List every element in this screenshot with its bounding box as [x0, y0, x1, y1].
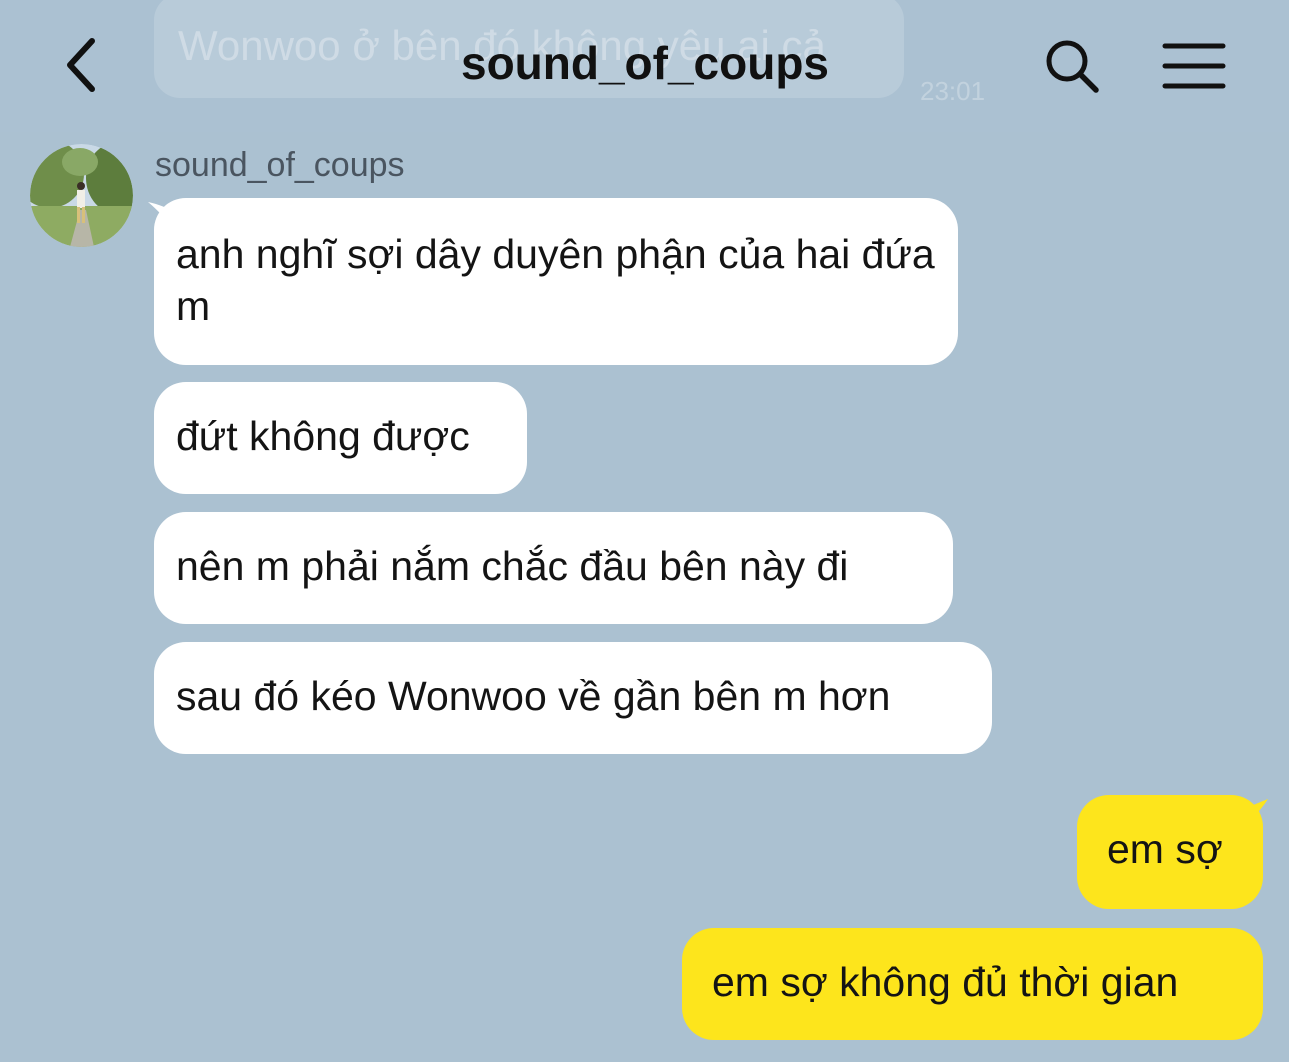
- search-icon: [1046, 40, 1099, 93]
- profile-photo-avatar: [30, 144, 133, 247]
- incoming-message[interactable]: sau đó kéo Wonwoo về gần bên m hơn: [154, 642, 992, 754]
- chat-title: sound_of_coups: [460, 37, 830, 89]
- hamburger-menu-icon: [1162, 43, 1226, 89]
- outgoing-message[interactable]: em sợ: [1077, 795, 1263, 909]
- incoming-message[interactable]: đứt không được: [154, 382, 527, 494]
- back-button[interactable]: [50, 30, 110, 100]
- incoming-message[interactable]: anh nghĩ sợi dây duyên phận của hai đứa …: [154, 198, 958, 365]
- chevron-left-icon: [67, 38, 95, 92]
- avatar[interactable]: [30, 144, 133, 247]
- outgoing-message[interactable]: em sợ không đủ thời gian: [682, 928, 1263, 1040]
- search-button[interactable]: [1038, 32, 1106, 100]
- chat-header: Wonwoo ở bên đó không yêu ai cả 23:01 so…: [0, 0, 1289, 132]
- sender-name: sound_of_coups: [155, 146, 405, 184]
- menu-button[interactable]: [1156, 34, 1232, 98]
- incoming-message[interactable]: nên m phải nắm chắc đầu bên này đi: [154, 512, 953, 624]
